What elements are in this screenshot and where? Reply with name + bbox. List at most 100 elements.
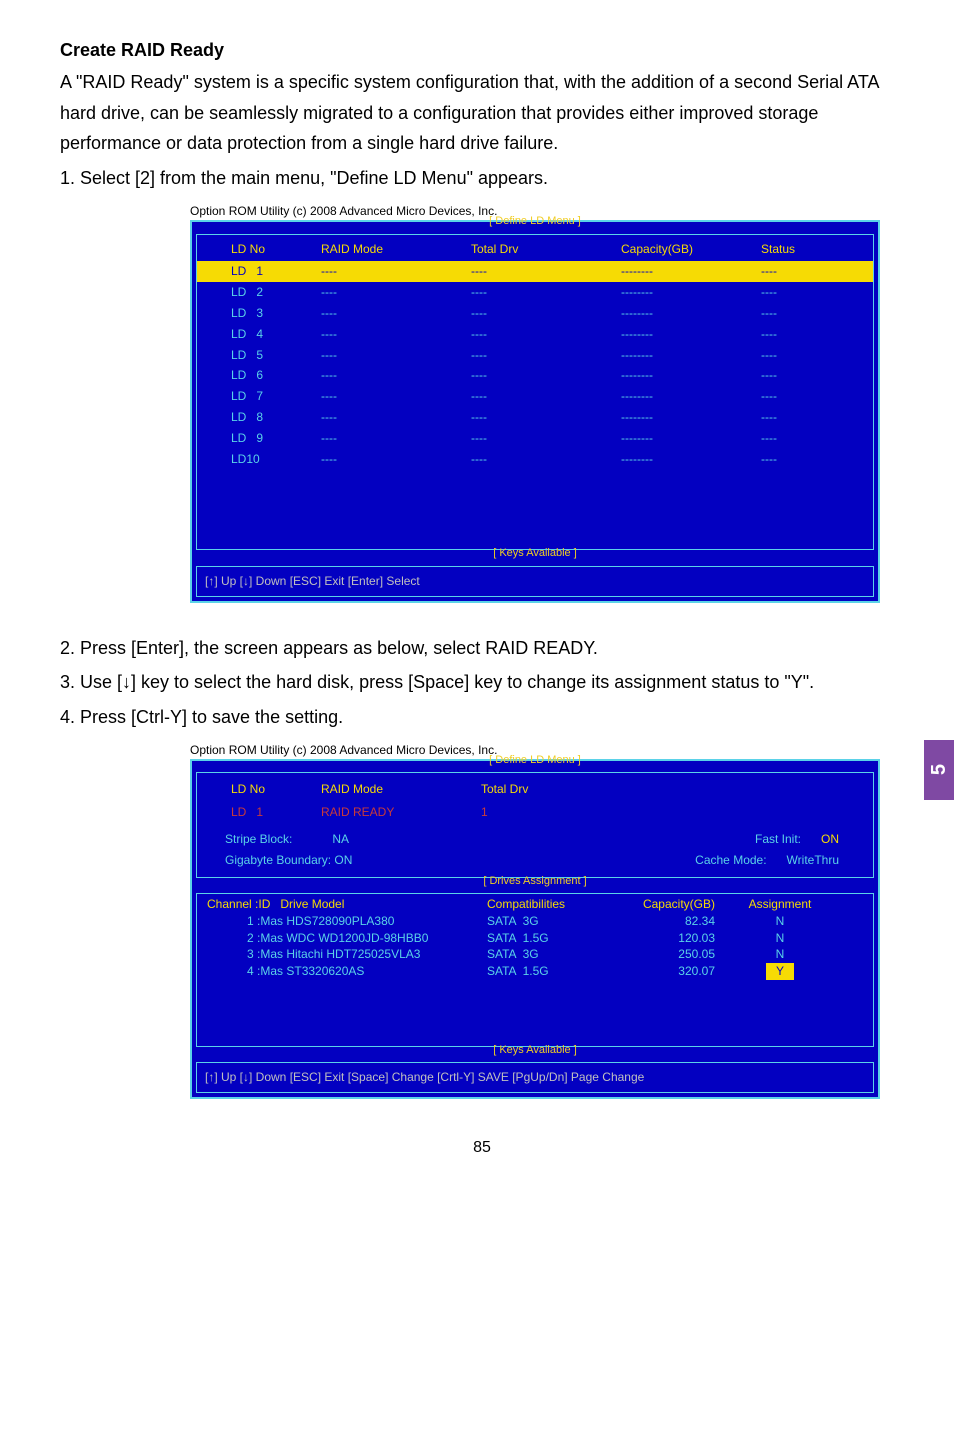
hdr-status: Status [761,241,841,258]
ld-cell: ---- [471,430,621,447]
ld-cell: LD 9 [201,430,321,447]
ld-cell: ---- [321,347,471,364]
ld-row[interactable]: LD 4-------------------- [197,324,873,345]
ld-cell: ---- [321,326,471,343]
step-4: 4. Press [Ctrl-Y] to save the setting. [60,702,904,733]
drive-cell: 3 :Mas Hitachi HDT725025VLA3 [203,946,487,963]
dhdr-model: Channel :ID Drive Model [203,896,487,913]
ld-cell: -------- [621,388,761,405]
ld-cell: ---- [321,263,471,280]
stripe-block-value: NA [332,831,349,848]
ld-cell: ---- [321,430,471,447]
drive-row[interactable]: 2 :Mas WDC WD1200JD-98HBB0SATA 1.5G120.0… [197,930,873,947]
ld-cell: ---- [321,451,471,468]
stripe-block-label: Stripe Block: [225,831,292,848]
hdr-raidmode: RAID Mode [321,241,471,258]
ld-cell: -------- [621,305,761,322]
hdr2-ldno: LD No [201,781,321,798]
drive-cell: SATA 1.5G [487,963,605,980]
ld-cell: ---- [761,409,841,426]
drive-assignment: Y [735,963,825,980]
ld1-no: LD 1 [201,804,321,821]
ld-cell: ---- [761,305,841,322]
ld-cell: ---- [321,284,471,301]
drive-assignment: N [735,913,825,930]
ld-cell: -------- [621,451,761,468]
ld-cell: ---- [471,347,621,364]
dhdr-cap: Capacity(GB) [605,896,735,913]
ld-cell: LD 1 [201,263,321,280]
ld-cell: LD 3 [201,305,321,322]
ld-row[interactable]: LD 3-------------------- [197,303,873,324]
ld-cell: ---- [471,284,621,301]
drives-header: Channel :ID Drive Model Compatibilities … [197,896,873,913]
drive-cell: 120.03 [605,930,735,947]
ld-cell: LD 2 [201,284,321,301]
drive-row[interactable]: 4 :Mas ST3320620ASSATA 1.5G320.07Y [197,963,873,980]
ld-row[interactable]: LD 8-------------------- [197,407,873,428]
cache-mode-value: WriteThru [787,852,839,869]
drive-row[interactable]: 1 :Mas HDS728090PLA380SATA 3G82.34N [197,913,873,930]
ld-cell: ---- [471,263,621,280]
ld1-mode: RAID READY [321,804,481,821]
drive-cell: 82.34 [605,913,735,930]
ld-cell: ---- [761,451,841,468]
ld-row[interactable]: LD 1-------------------- [197,261,873,282]
ld1-drv: 1 [481,804,601,821]
ld-cell: ---- [761,367,841,384]
ld-cell: LD10 [201,451,321,468]
stripe-row-2: Gigabyte Boundary: ON Cache Mode: WriteT… [197,850,873,871]
ld-row-selected[interactable]: LD 1 RAID READY 1 [197,802,873,829]
ld-cell: ---- [761,347,841,364]
drive-cell: SATA 3G [487,946,605,963]
fast-init-value: ON [821,831,839,848]
ld-row[interactable]: LD 7-------------------- [197,386,873,407]
hdr-totaldrv: Total Drv [471,241,621,258]
ld-cell: ---- [321,367,471,384]
drive-cell: SATA 3G [487,913,605,930]
ld-row[interactable]: LD 5-------------------- [197,345,873,366]
drive-cell: 2 :Mas WDC WD1200JD-98HBB0 [203,930,487,947]
ld-cell: ---- [761,284,841,301]
ld-row[interactable]: LD 6-------------------- [197,365,873,386]
ld-row[interactable]: LD 9-------------------- [197,428,873,449]
drives-assignment-label: [ Drives Assignment ] [192,874,878,889]
hdr2-totaldrv: Total Drv [481,781,601,798]
table-header-2: LD No RAID Mode Total Drv [197,773,873,802]
drive-row[interactable]: 3 :Mas Hitachi HDT725025VLA3SATA 3G250.0… [197,946,873,963]
ld-cell: -------- [621,347,761,364]
ld-cell: ---- [471,326,621,343]
hdr2-raidmode: RAID Mode [321,781,481,798]
drive-cell: 320.07 [605,963,735,980]
ld-row[interactable]: LD10-------------------- [197,449,873,470]
ld-cell: LD 8 [201,409,321,426]
step-1: 1. Select [2] from the main menu, "Defin… [60,163,904,194]
ld-cell: -------- [621,430,761,447]
step-3: 3. Use [↓] key to select the hard disk, … [60,667,904,698]
dhdr-compat: Compatibilities [487,896,605,913]
step-2: 2. Press [Enter], the screen appears as … [60,633,904,664]
fast-init-label: Fast Init: [755,831,801,848]
hdr-capacity: Capacity(GB) [621,241,761,258]
cache-mode-label: Cache Mode: [695,852,766,869]
ld-cell: ---- [761,263,841,280]
ld-cell: ---- [761,430,841,447]
ld-cell: -------- [621,284,761,301]
ld-cell: ---- [761,326,841,343]
ld-cell: -------- [621,409,761,426]
ld-row[interactable]: LD 2-------------------- [197,282,873,303]
stripe-row-1: Stripe Block: NA Fast Init: ON [197,829,873,850]
hdr-ldno: LD No [201,241,321,258]
ld-cell: LD 6 [201,367,321,384]
ld-cell: ---- [471,451,621,468]
drive-cell: 250.05 [605,946,735,963]
drive-cell: 4 :Mas ST3320620AS [203,963,487,980]
keys-available-label: [ Keys Available ] [192,546,878,561]
keys-available-label-2: [ Keys Available ] [192,1043,878,1058]
ld-cell: ---- [321,388,471,405]
side-tab: 5 [924,740,954,800]
ld-cell: LD 5 [201,347,321,364]
dhdr-assign: Assignment [735,896,825,913]
ld-cell: ---- [761,388,841,405]
ld-cell: ---- [471,409,621,426]
